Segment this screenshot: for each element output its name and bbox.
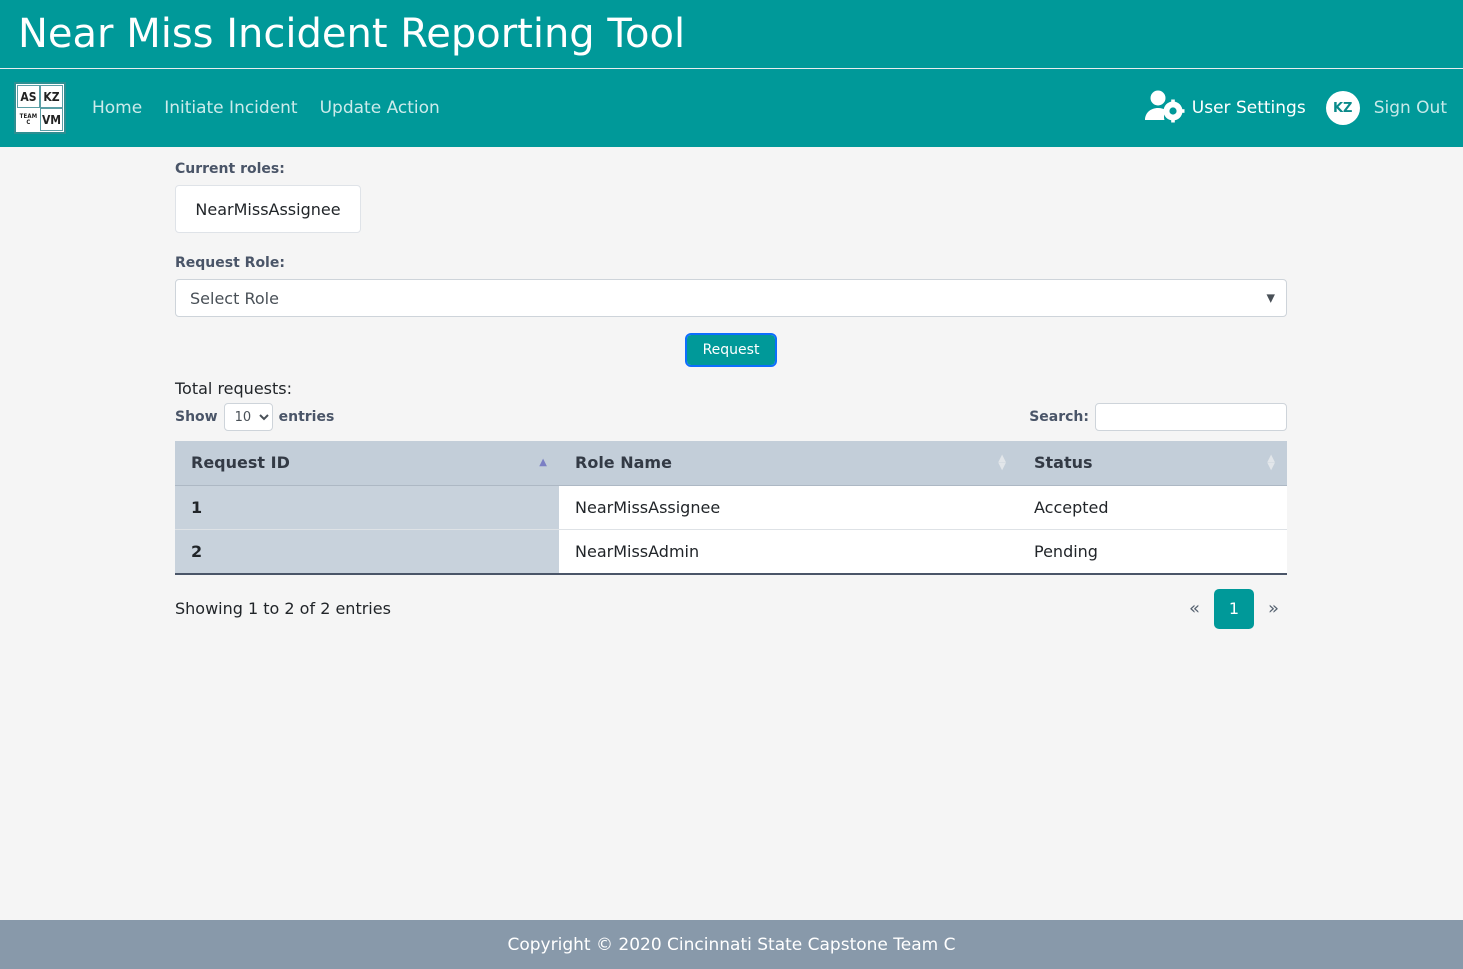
table-row[interactable]: 1 NearMissAssignee Accepted [175, 485, 1287, 530]
pagination-next-button[interactable]: » [1260, 589, 1287, 629]
cell-role-name: NearMissAssignee [559, 485, 1018, 530]
column-header-status-label: Status [1034, 453, 1093, 473]
search-label: Search: [1029, 409, 1089, 425]
column-header-request-id-label: Request ID [191, 453, 290, 473]
sort-both-icon: ▲ ▼ [1267, 452, 1275, 472]
logo-cell-team-c: TEAM C [17, 108, 40, 131]
logo-cell-kz: KZ [40, 85, 63, 108]
pagination: « 1 » [1181, 588, 1287, 629]
current-role-item: NearMissAssignee [175, 185, 361, 233]
nav-link-home[interactable]: Home [92, 99, 142, 117]
nav-link-update-action[interactable]: Update Action [320, 99, 440, 117]
request-button[interactable]: Request [684, 333, 778, 367]
requests-table: Request ID ▲ Role Name ▲ ▼ Status ▲ ▼ 1 … [175, 441, 1287, 575]
request-role-select[interactable]: Select Role [175, 279, 1287, 317]
copyright-text: Copyright © 2020 Cincinnati State Capsto… [507, 934, 956, 955]
page-length-control: Show 10 entries [175, 403, 334, 431]
datatable-footer: Showing 1 to 2 of 2 entries « 1 » [175, 588, 1287, 629]
navbar-right-group: User Settings KZ Sign Out [1142, 89, 1447, 128]
avatar[interactable]: KZ [1325, 91, 1360, 125]
request-button-row: Request [175, 333, 1287, 367]
request-role-label: Request Role: [175, 255, 285, 271]
request-role-select-wrapper: Select Role ▼ [175, 279, 1287, 317]
pagination-page-1-button[interactable]: 1 [1213, 588, 1254, 629]
show-label: Show [175, 409, 218, 425]
current-roles-label: Current roles: [175, 161, 285, 177]
user-settings-button[interactable]: User Settings [1142, 89, 1306, 128]
user-settings-label: User Settings [1191, 98, 1306, 118]
logo-cell-as: AS [17, 85, 40, 108]
requests-table-body: 1 NearMissAssignee Accepted 2 NearMissAd… [175, 485, 1287, 575]
app-page: Near Miss Incident Reporting Tool AS KZ … [0, 0, 1463, 969]
table-info-text: Showing 1 to 2 of 2 entries [175, 599, 391, 618]
sort-ascending-icon: ▲ [539, 456, 547, 468]
cell-role-name: NearMissAdmin [559, 529, 1018, 575]
column-header-request-id[interactable]: Request ID ▲ [175, 441, 559, 486]
table-row[interactable]: 2 NearMissAdmin Pending [175, 529, 1287, 575]
page-title: Near Miss Incident Reporting Tool [18, 11, 686, 57]
content-container: Current roles: NearMissAssignee Request … [175, 161, 1287, 629]
cell-status: Accepted [1018, 485, 1287, 530]
cell-status: Pending [1018, 529, 1287, 575]
nav-link-initiate-incident[interactable]: Initiate Incident [164, 99, 297, 117]
entries-label: entries [278, 409, 335, 425]
site-footer: Copyright © 2020 Cincinnati State Capsto… [0, 920, 1463, 969]
main-content: Current roles: NearMissAssignee Request … [0, 147, 1463, 920]
column-header-role-name-label: Role Name [575, 453, 672, 473]
column-header-role-name[interactable]: Role Name ▲ ▼ [559, 441, 1018, 486]
search-input[interactable] [1095, 403, 1287, 431]
column-header-status[interactable]: Status ▲ ▼ [1018, 441, 1287, 486]
sign-out-link[interactable]: Sign Out [1374, 98, 1447, 118]
total-requests-label: Total requests: [175, 379, 292, 398]
user-gear-icon [1142, 89, 1186, 128]
table-header-row: Request ID ▲ Role Name ▲ ▼ Status ▲ ▼ [175, 441, 1287, 486]
search-control: Search: [1029, 403, 1287, 431]
main-navbar: AS KZ TEAM C VM Home Initiate Incident U… [0, 69, 1463, 147]
app-title-banner: Near Miss Incident Reporting Tool [0, 0, 1463, 69]
nav-links: Home Initiate Incident Update Action [92, 99, 440, 117]
sort-both-icon: ▲ ▼ [998, 452, 1006, 472]
cell-request-id: 1 [175, 485, 559, 530]
requests-table-head: Request ID ▲ Role Name ▲ ▼ Status ▲ ▼ [175, 441, 1287, 486]
page-length-select[interactable]: 10 [223, 403, 273, 431]
logo-cell-vm: VM [40, 108, 63, 131]
pagination-previous-button[interactable]: « [1181, 589, 1208, 629]
brand-logo[interactable]: AS KZ TEAM C VM [14, 82, 66, 134]
cell-request-id: 2 [175, 529, 559, 575]
datatable-controls: Show 10 entries Search: [175, 402, 1287, 432]
logo-team-line2: C [26, 118, 31, 126]
